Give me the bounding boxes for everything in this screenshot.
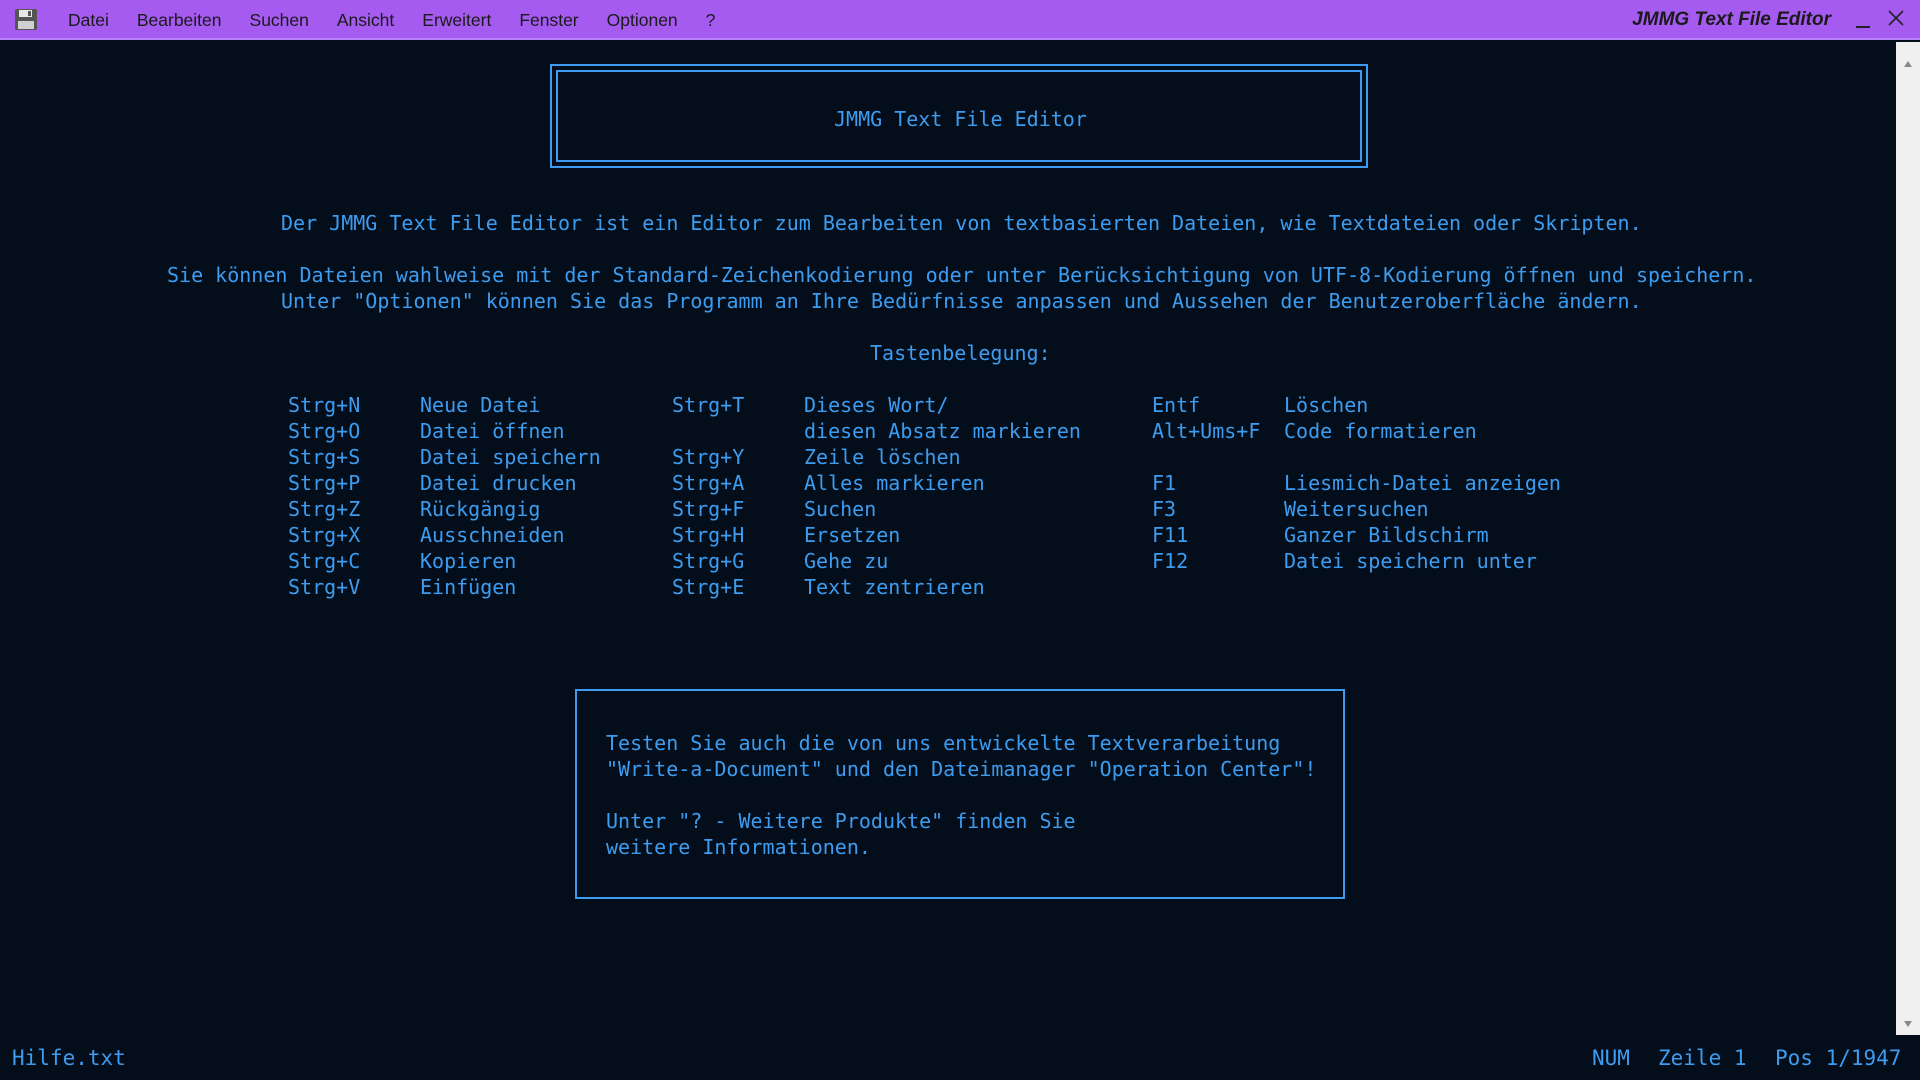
shortcut-description: Alles markieren [804, 471, 985, 495]
shortcut-description: Dieses Wort/ [804, 393, 949, 417]
shortcut-description: Ersetzen [804, 523, 901, 547]
shortcut-key: Strg+P [288, 471, 361, 495]
shortcut-description: Ganzer Bildschirm [1284, 523, 1489, 547]
shortcut-description: Weitersuchen [1284, 497, 1429, 521]
close-icon[interactable] [1884, 6, 1908, 30]
promo-box [575, 689, 1345, 899]
shortcut-key: Strg+A [672, 471, 745, 495]
shortcut-key: Strg+S [288, 445, 361, 469]
menu-bearbeiten[interactable]: Bearbeiten [123, 0, 236, 40]
shortcut-key: Strg+N [288, 393, 361, 417]
shortcut-description: diesen Absatz markieren [804, 419, 1081, 443]
menu-help[interactable]: ? [692, 0, 730, 40]
status-num-lock: NUM [1592, 1046, 1630, 1070]
shortcut-key: Strg+Y [672, 445, 745, 469]
shortcut-description: Datei öffnen [420, 419, 565, 443]
status-bar: Hilfe.txt NUM Zeile 1 Pos 1/1947 [0, 1035, 1920, 1080]
shortcut-key: Strg+G [672, 549, 745, 573]
shortcut-key: F1 [1152, 471, 1177, 495]
shortcut-key: Strg+F [672, 497, 745, 521]
shortcut-key: F3 [1152, 497, 1177, 521]
window-title: JMMG Text File Editor [1632, 9, 1831, 30]
vertical-scrollbar[interactable] [1896, 42, 1920, 1035]
shortcut-key: Entf [1152, 393, 1201, 417]
menu-suchen[interactable]: Suchen [236, 0, 323, 40]
minimize-button[interactable] [1852, 10, 1876, 30]
shortcut-key: Strg+O [288, 419, 361, 443]
shortcut-description: Kopieren [420, 549, 517, 573]
shortcut-key: Strg+H [672, 523, 745, 547]
shortcut-description: Gehe zu [804, 549, 889, 573]
encoding-text-line2: Unter "Optionen" können Sie das Programm… [281, 289, 1642, 313]
shortcut-description: Löschen [1284, 393, 1369, 417]
shortcut-key: Alt+Ums+F [1152, 419, 1261, 443]
promo-line: Testen Sie auch die von uns entwickelte … [606, 731, 1281, 755]
minimize-icon [1856, 26, 1870, 28]
menu-ansicht[interactable]: Ansicht [323, 0, 408, 40]
shortcut-key: Strg+X [288, 523, 361, 547]
menu-datei[interactable]: Datei [54, 0, 123, 40]
shortcut-description: Ausschneiden [420, 523, 565, 547]
floppy-disk-icon[interactable] [14, 8, 38, 31]
promo-line: weitere Informationen. [606, 835, 871, 859]
status-filename: Hilfe.txt [12, 1046, 126, 1070]
shortcut-description: Liesmich-Datei anzeigen [1284, 471, 1561, 495]
shortcut-key: Strg+T [672, 393, 745, 417]
text-editor-area[interactable]: JMMG Text File Editor Der JMMG Text File… [0, 42, 1896, 1035]
scroll-down-arrow-icon[interactable] [1903, 1020, 1913, 1028]
menu-bar: Datei Bearbeiten Suchen Ansicht Erweiter… [54, 0, 729, 40]
header-title: JMMG Text File Editor [834, 107, 1087, 131]
status-position: Pos 1/1947 [1775, 1046, 1902, 1070]
scroll-up-arrow-icon[interactable] [1903, 60, 1913, 68]
encoding-text-line1: Sie können Dateien wahlweise mit der Sta… [167, 263, 1757, 287]
title-bar: Datei Bearbeiten Suchen Ansicht Erweiter… [0, 0, 1920, 40]
promo-line: Unter "? - Weitere Produkte" finden Sie [606, 809, 1076, 833]
shortcut-description: Datei drucken [420, 471, 577, 495]
shortcut-description: Einfügen [420, 575, 517, 599]
menu-fenster[interactable]: Fenster [505, 0, 592, 40]
shortcuts-heading: Tastenbelegung: [870, 341, 1051, 365]
shortcut-key: F12 [1152, 549, 1189, 573]
shortcut-description: Datei speichern [420, 445, 601, 469]
promo-line: "Write-a-Document" und den Dateimanager … [606, 757, 1317, 781]
shortcut-key: Strg+V [288, 575, 361, 599]
shortcut-description: Suchen [804, 497, 877, 521]
shortcut-description: Code formatieren [1284, 419, 1477, 443]
shortcut-description: Datei speichern unter [1284, 549, 1537, 573]
menu-erweitert[interactable]: Erweitert [408, 0, 505, 40]
shortcut-description: Rückgängig [420, 497, 541, 521]
shortcut-key: Strg+E [672, 575, 745, 599]
status-line: Zeile 1 [1658, 1046, 1747, 1070]
shortcut-key: Strg+C [288, 549, 361, 573]
shortcut-key: F11 [1152, 523, 1189, 547]
shortcut-key: Strg+Z [288, 497, 361, 521]
intro-text: Der JMMG Text File Editor ist ein Editor… [281, 211, 1642, 235]
shortcut-description: Zeile löschen [804, 445, 961, 469]
menu-optionen[interactable]: Optionen [593, 0, 692, 40]
shortcut-description: Neue Datei [420, 393, 541, 417]
shortcut-description: Text zentrieren [804, 575, 985, 599]
